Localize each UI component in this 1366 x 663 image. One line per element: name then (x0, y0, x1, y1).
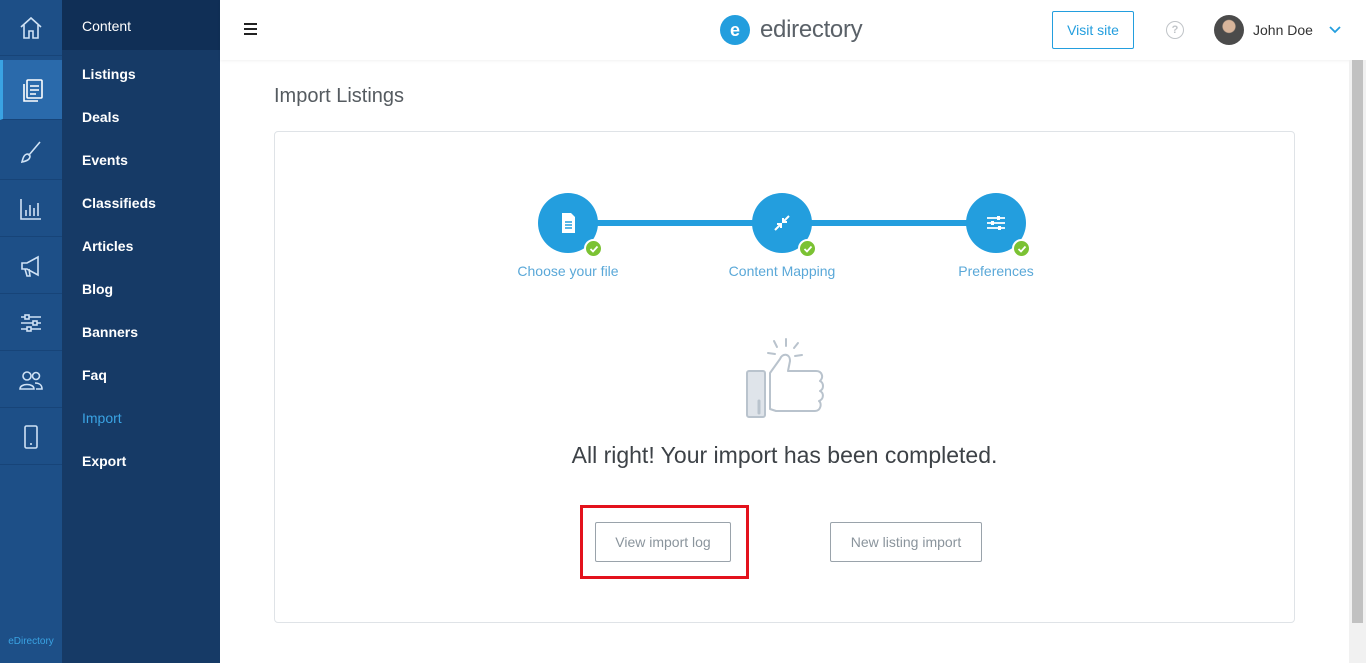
menu-toggle-icon[interactable] (244, 23, 257, 35)
step-content-mapping (752, 193, 817, 258)
top-bar: e edirectory Visit site ? John Doe (220, 0, 1366, 60)
content-icon[interactable] (0, 60, 62, 120)
logo[interactable]: e edirectory (720, 15, 863, 45)
brush-icon[interactable] (0, 124, 62, 180)
scrollbar-thumb[interactable] (1352, 60, 1363, 623)
new-listing-import-button[interactable]: New listing import (830, 522, 982, 562)
submenu-item-articles[interactable]: Articles (82, 238, 133, 254)
sliders-icon[interactable] (0, 295, 62, 351)
submenu-title: Content (62, 0, 220, 50)
completion-message: All right! Your import has been complete… (571, 442, 998, 468)
sliders-icon (987, 216, 1005, 230)
page-title: Import Listings (274, 85, 405, 107)
step-preferences (966, 193, 1031, 258)
step-label-preferences: Preferences (958, 263, 1034, 279)
check-icon (584, 239, 603, 258)
content-submenu: Content Listings Deals Events Classified… (62, 0, 220, 663)
check-icon (1012, 239, 1031, 258)
step-label-choose-file: Choose your file (517, 263, 619, 279)
logo-mark: e (720, 15, 750, 45)
submenu-item-classifieds[interactable]: Classifieds (82, 195, 156, 211)
submenu-item-banners[interactable]: Banners (82, 324, 138, 340)
submenu-item-blog[interactable]: Blog (82, 281, 113, 297)
submenu-item-import[interactable]: Import (82, 410, 122, 426)
icon-rail: eDirectory (0, 0, 62, 663)
step-label-content-mapping: Content Mapping (728, 263, 836, 279)
file-icon (562, 213, 575, 233)
submenu-item-faq[interactable]: Faq (82, 367, 107, 383)
visit-site-button[interactable]: Visit site (1052, 11, 1134, 49)
mobile-icon[interactable] (0, 409, 62, 465)
submenu-item-events[interactable]: Events (82, 152, 128, 168)
logo-text: edirectory (760, 16, 863, 43)
submenu-item-deals[interactable]: Deals (82, 109, 119, 125)
compress-icon (774, 215, 790, 231)
help-icon[interactable]: ? (1166, 21, 1184, 39)
brand-label[interactable]: eDirectory (0, 636, 62, 647)
submenu-item-export[interactable]: Export (82, 453, 126, 469)
user-name[interactable]: John Doe (1253, 22, 1313, 38)
thumbs-up-icon (746, 338, 824, 418)
highlight-box (580, 505, 749, 579)
import-card: Choose your file Content Mapping Prefere… (274, 131, 1295, 623)
home-icon[interactable] (0, 0, 62, 56)
megaphone-icon[interactable] (0, 238, 62, 294)
page-scrollbar[interactable] (1349, 60, 1366, 663)
chevron-down-icon[interactable] (1328, 23, 1342, 37)
submenu-item-listings[interactable]: Listings (82, 66, 136, 82)
avatar[interactable] (1214, 15, 1244, 45)
step-choose-file (538, 193, 603, 258)
users-icon[interactable] (0, 352, 62, 408)
chart-icon[interactable] (0, 181, 62, 237)
check-icon (798, 239, 817, 258)
